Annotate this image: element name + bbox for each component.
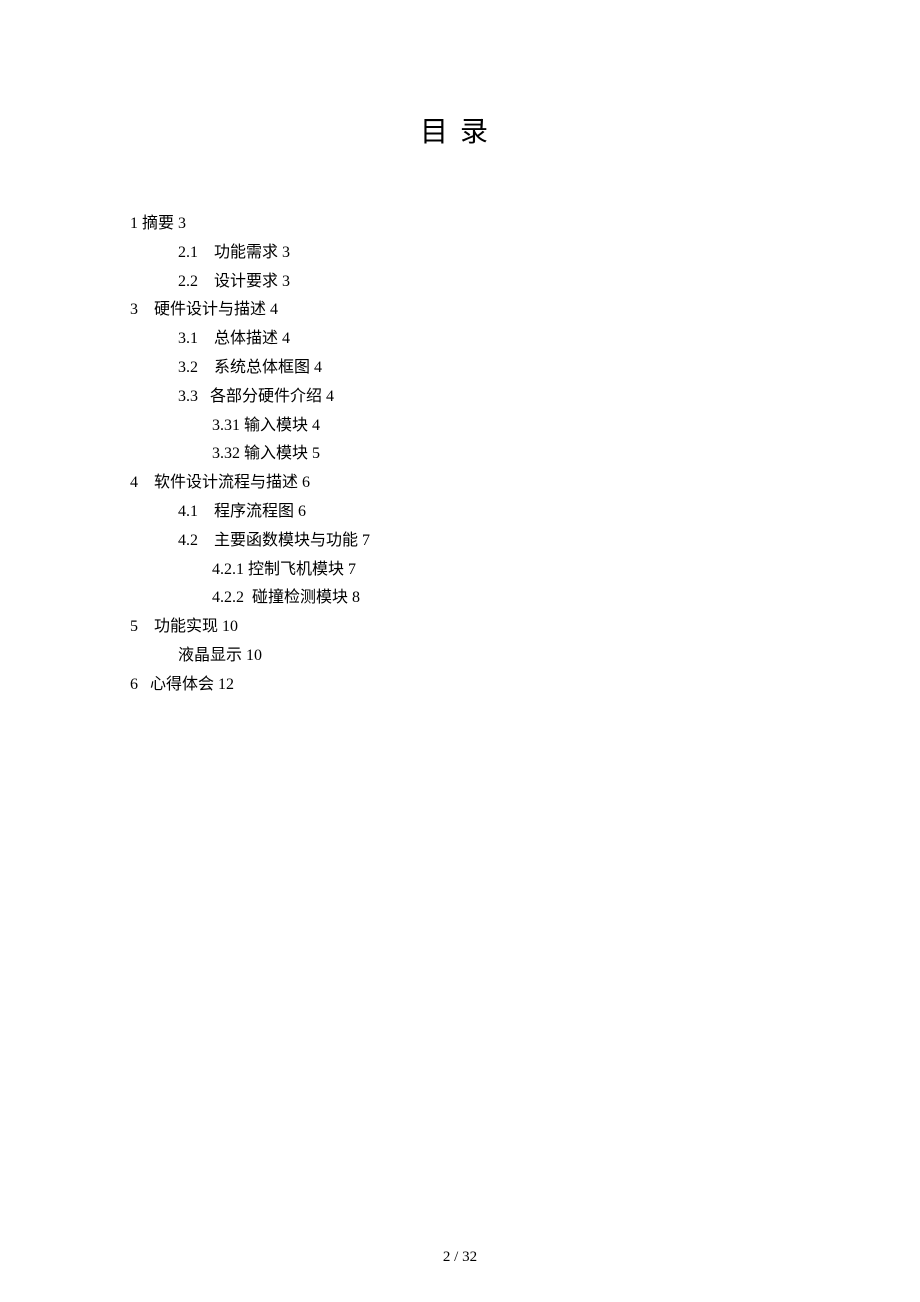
toc-entry: 3.3 各部分硬件介绍 4 xyxy=(130,383,790,412)
toc-entry: 2.2 设计要求 3 xyxy=(130,268,790,297)
toc-entry: 4.2.2 碰撞检测模块 8 xyxy=(130,584,790,613)
toc-title: 目录 xyxy=(130,110,790,150)
toc-entry: 4.2 主要函数模块与功能 7 xyxy=(130,527,790,556)
toc-entry: 3.1 总体描述 4 xyxy=(130,325,790,354)
toc-entry: 4.1 程序流程图 6 xyxy=(130,498,790,527)
page-container: 目录 1 摘要 32.1 功能需求 32.2 设计要求 33 硬件设计与描述 4… xyxy=(0,0,920,700)
toc-entry: 3.31 输入模块 4 xyxy=(130,412,790,441)
toc-entry: 液晶显示 10 xyxy=(130,642,790,671)
toc-entry: 5 功能实现 10 xyxy=(130,613,790,642)
toc-entry: 2.1 功能需求 3 xyxy=(130,239,790,268)
toc-entry: 6 心得体会 12 xyxy=(130,671,790,700)
toc-entry: 3.2 系统总体框图 4 xyxy=(130,354,790,383)
toc-entry: 4 软件设计流程与描述 6 xyxy=(130,469,790,498)
toc-entry: 1 摘要 3 xyxy=(130,210,790,239)
toc-entry: 3.32 输入模块 5 xyxy=(130,440,790,469)
page-footer: 2 / 32 xyxy=(0,1249,920,1266)
toc-list: 1 摘要 32.1 功能需求 32.2 设计要求 33 硬件设计与描述 43.1… xyxy=(130,210,790,700)
toc-entry: 4.2.1 控制飞机模块 7 xyxy=(130,556,790,585)
toc-entry: 3 硬件设计与描述 4 xyxy=(130,296,790,325)
